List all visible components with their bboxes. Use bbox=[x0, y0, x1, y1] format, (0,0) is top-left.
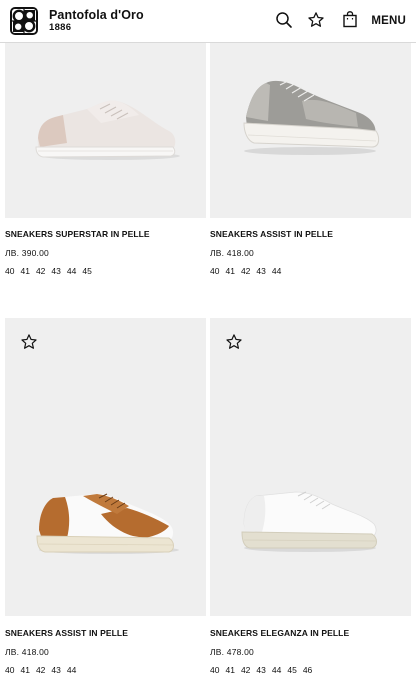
size-option[interactable]: 44 bbox=[67, 665, 76, 675]
size-option[interactable]: 41 bbox=[20, 266, 29, 276]
product-price: ЛВ. 390.00 bbox=[5, 248, 49, 258]
product-image[interactable] bbox=[5, 318, 206, 616]
size-option[interactable]: 45 bbox=[82, 266, 91, 276]
size-option[interactable]: 44 bbox=[67, 266, 76, 276]
product-image[interactable] bbox=[5, 43, 206, 218]
size-option[interactable]: 46 bbox=[303, 665, 312, 675]
product-image[interactable] bbox=[210, 43, 411, 218]
size-option[interactable]: 40 bbox=[210, 665, 219, 675]
size-option[interactable]: 43 bbox=[256, 665, 265, 675]
size-option[interactable]: 43 bbox=[51, 665, 60, 675]
sneaker-assist-tan-image bbox=[36, 493, 179, 554]
brand-year: 1886 bbox=[49, 22, 72, 33]
sneaker-superstar-image bbox=[35, 100, 180, 160]
product-name[interactable]: SNEAKERS SUPERSTAR IN PELLE bbox=[5, 229, 150, 239]
sneaker-assist-grey-image bbox=[243, 79, 380, 155]
size-option[interactable]: 41 bbox=[225, 665, 234, 675]
size-option[interactable]: 42 bbox=[36, 665, 45, 675]
site-header: Pantofola d'Oro 1886 MENU bbox=[0, 0, 416, 43]
product-card[interactable]: SNEAKERS ASSIST IN PELLE ЛВ. 418.00 40 4… bbox=[5, 318, 206, 675]
product-image[interactable] bbox=[210, 318, 411, 616]
size-option[interactable]: 40 bbox=[210, 266, 219, 276]
size-option[interactable]: 43 bbox=[51, 266, 60, 276]
brand-logo-icon[interactable] bbox=[10, 7, 38, 35]
size-list: 40 41 42 43 44 45 bbox=[5, 266, 92, 276]
size-option[interactable]: 40 bbox=[5, 665, 14, 675]
size-option[interactable]: 42 bbox=[241, 665, 250, 675]
product-price: ЛВ. 478.00 bbox=[210, 647, 254, 657]
product-price: ЛВ. 418.00 bbox=[210, 248, 254, 258]
wishlist-star-icon[interactable] bbox=[307, 11, 325, 29]
size-option[interactable]: 44 bbox=[272, 266, 281, 276]
size-option[interactable]: 41 bbox=[225, 266, 234, 276]
brand-name[interactable]: Pantofola d'Oro bbox=[49, 8, 144, 22]
size-option[interactable]: 45 bbox=[287, 665, 296, 675]
product-price: ЛВ. 418.00 bbox=[5, 647, 49, 657]
size-option[interactable]: 42 bbox=[36, 266, 45, 276]
size-option[interactable]: 41 bbox=[20, 665, 29, 675]
menu-button[interactable]: MENU bbox=[371, 15, 406, 27]
sneaker-eleganza-image bbox=[241, 491, 377, 552]
size-list: 40 41 42 43 44 bbox=[5, 665, 76, 675]
product-name[interactable]: SNEAKERS ASSIST IN PELLE bbox=[5, 628, 128, 638]
size-list: 40 41 42 43 44 45 46 bbox=[210, 665, 312, 675]
size-list: 40 41 42 43 44 bbox=[210, 266, 281, 276]
size-option[interactable]: 43 bbox=[256, 266, 265, 276]
product-card[interactable]: SNEAKERS ASSIST IN PELLE ЛВ. 418.00 40 4… bbox=[210, 43, 411, 276]
product-card[interactable]: SNEAKERS ELEGANZA IN PELLE ЛВ. 478.00 40… bbox=[210, 318, 411, 675]
product-card[interactable]: SNEAKERS SUPERSTAR IN PELLE ЛВ. 390.00 4… bbox=[5, 43, 206, 276]
size-option[interactable]: 44 bbox=[272, 665, 281, 675]
product-name[interactable]: SNEAKERS ELEGANZA IN PELLE bbox=[210, 628, 349, 638]
size-option[interactable]: 40 bbox=[5, 266, 14, 276]
size-option[interactable]: 42 bbox=[241, 266, 250, 276]
product-name[interactable]: SNEAKERS ASSIST IN PELLE bbox=[210, 229, 333, 239]
search-icon[interactable] bbox=[275, 11, 293, 29]
shopping-bag-icon[interactable] bbox=[341, 11, 359, 29]
